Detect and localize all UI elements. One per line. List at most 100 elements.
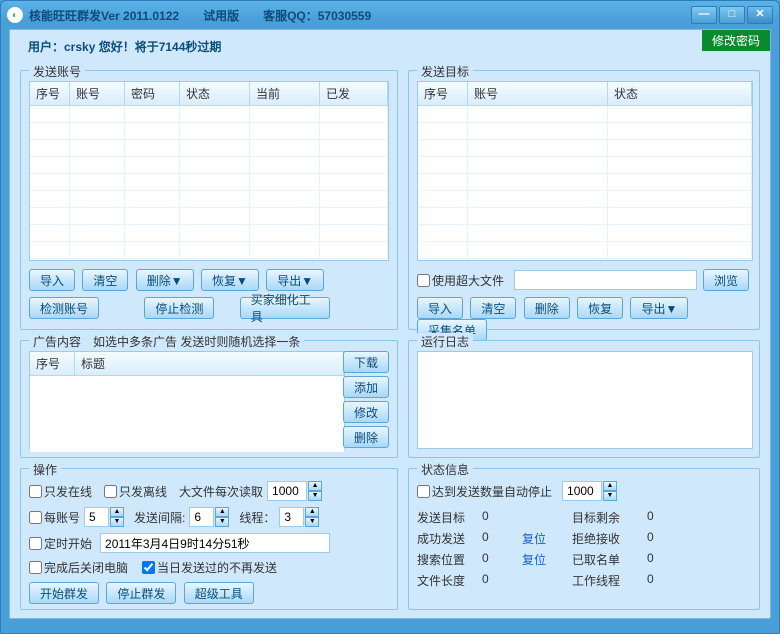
group-ops: 操作 只发在线 只发离线 大文件每次读取 ▲▼ 每账号 ▲▼ 发送间隔: ▲▼ … (20, 468, 398, 610)
targets-export-button[interactable]: 导出▼ (630, 297, 688, 319)
group-title-targets: 发送目标 (417, 63, 473, 80)
targets-recover-button[interactable]: 恢复 (577, 297, 623, 319)
stop-at-label: 达到发送数量自动停止 (432, 483, 552, 500)
ad-download-button[interactable]: 下载 (343, 351, 389, 373)
no-repeat-label: 当日发送过的不再发送 (157, 559, 277, 576)
spin-up-icon[interactable]: ▲ (308, 481, 322, 491)
tcol-acc[interactable]: 账号 (468, 82, 608, 105)
stat-val: 0 (482, 551, 522, 568)
per-account-input[interactable] (84, 507, 109, 527)
group-title-ads: 广告内容 如选中多条广告 发送时则随机选择一条 (29, 333, 304, 350)
accounts-clear-button[interactable]: 清空 (82, 269, 128, 291)
super-tool-button[interactable]: 超级工具 (184, 582, 254, 604)
stat-key: 成功发送 (417, 530, 482, 547)
threads-spinner[interactable]: ▲▼ (279, 507, 319, 527)
use-bigfile-checkbox[interactable] (417, 274, 430, 287)
only-online-label: 只发在线 (44, 483, 92, 500)
group-send-accounts: 发送账号 序号 账号 密码 状态 当前 已发 (20, 70, 398, 330)
status-row: 文件长度0工作线程0 (417, 572, 751, 589)
reset-link[interactable]: 复位 (522, 551, 572, 568)
accounts-grid-body (30, 106, 388, 259)
stat-val: 0 (647, 530, 687, 547)
group-title-accounts: 发送账号 (29, 63, 85, 80)
stop-send-button[interactable]: 停止群发 (106, 582, 176, 604)
ad-delete-button[interactable]: 删除 (343, 426, 389, 448)
schedule-checkbox[interactable] (29, 537, 42, 550)
stop-at-input[interactable] (562, 481, 602, 501)
ads-grid-body (30, 376, 344, 452)
group-status: 状态信息 达到发送数量自动停止 ▲▼ 发送目标0目标剩余0成功发送0复位拒绝接收… (408, 468, 760, 610)
per-account-checkbox[interactable] (29, 511, 42, 524)
stat-key: 已取名单 (572, 551, 647, 568)
shutdown-checkbox[interactable] (29, 561, 42, 574)
group-log: 运行日志 (408, 340, 760, 458)
accounts-recover-button[interactable]: 恢复▼ (201, 269, 259, 291)
acol-title[interactable]: 标题 (75, 352, 344, 375)
maximize-button[interactable]: □ (719, 6, 745, 24)
col-acc[interactable]: 账号 (70, 82, 125, 105)
accounts-grid-head: 序号 账号 密码 状态 当前 已发 (30, 82, 388, 106)
tcol-status[interactable]: 状态 (608, 82, 752, 105)
status-row: 发送目标0目标剩余0 (417, 509, 751, 526)
per-account-spinner[interactable]: ▲▼ (84, 507, 124, 527)
accounts-grid[interactable]: 序号 账号 密码 状态 当前 已发 (29, 81, 389, 261)
stat-key: 拒绝接收 (572, 530, 647, 547)
buyer-tool-button[interactable]: 买家细化工具 (240, 297, 330, 319)
accounts-delete-button[interactable]: 删除▼ (136, 269, 194, 291)
stat-key: 搜索位置 (417, 551, 482, 568)
log-textarea[interactable] (417, 351, 753, 449)
change-password-button[interactable]: 修改密码 (702, 30, 770, 51)
ads-grid[interactable]: 序号 标题 (29, 351, 345, 449)
only-offline-label: 只发离线 (119, 483, 167, 500)
col-seq[interactable]: 序号 (30, 82, 70, 105)
no-repeat-checkbox[interactable] (142, 561, 155, 574)
use-bigfile-label: 使用超大文件 (432, 272, 504, 289)
reset-link[interactable]: 复位 (522, 530, 572, 547)
schedule-label: 定时开始 (44, 535, 92, 552)
stat-key: 目标剩余 (572, 509, 647, 526)
titlebar: ◐ 核能旺旺群发Ver 2011.0122 试用版 客服QQ：57030559 … (1, 1, 779, 29)
interval-label: 发送间隔: (134, 509, 185, 526)
stat-key: 工作线程 (572, 572, 647, 589)
targets-grid-head: 序号 账号 状态 (418, 82, 752, 106)
stop-at-checkbox[interactable] (417, 485, 430, 498)
targets-clear-button[interactable]: 清空 (470, 297, 516, 319)
close-button[interactable]: ✕ (747, 6, 773, 24)
ad-add-button[interactable]: 添加 (343, 376, 389, 398)
big-read-spinner[interactable]: ▲▼ (267, 481, 322, 501)
bigfile-path-input[interactable] (514, 270, 697, 290)
client-area: 用户：crsky 您好！将于7144秒过期 修改密码 发送账号 序号 账号 密码… (9, 29, 771, 619)
schedule-input[interactable] (100, 533, 330, 553)
browse-button[interactable]: 浏览 (703, 269, 749, 291)
stop-at-spinner[interactable]: ▲▼ (562, 481, 617, 501)
ad-modify-button[interactable]: 修改 (343, 401, 389, 423)
threads-input[interactable] (279, 507, 304, 527)
group-title-log: 运行日志 (417, 333, 473, 350)
stop-check-button[interactable]: 停止检测 (144, 297, 214, 319)
reset-link (522, 572, 572, 589)
targets-grid[interactable]: 序号 账号 状态 (417, 81, 753, 261)
accounts-import-button[interactable]: 导入 (29, 269, 75, 291)
big-read-label: 大文件每次读取 (179, 483, 263, 500)
spin-down-icon[interactable]: ▼ (308, 491, 322, 501)
targets-delete-button[interactable]: 删除 (524, 297, 570, 319)
targets-import-button[interactable]: 导入 (417, 297, 463, 319)
only-offline-checkbox[interactable] (104, 485, 117, 498)
big-read-input[interactable] (267, 481, 307, 501)
stat-key: 文件长度 (417, 572, 482, 589)
tcol-seq[interactable]: 序号 (418, 82, 468, 105)
check-accounts-button[interactable]: 检测账号 (29, 297, 99, 319)
only-online-checkbox[interactable] (29, 485, 42, 498)
accounts-export-button[interactable]: 导出▼ (266, 269, 324, 291)
col-pwd[interactable]: 密码 (125, 82, 180, 105)
col-cur[interactable]: 当前 (250, 82, 320, 105)
col-sent[interactable]: 已发 (320, 82, 388, 105)
interval-spinner[interactable]: ▲▼ (189, 507, 229, 527)
col-status[interactable]: 状态 (180, 82, 250, 105)
group-title-status: 状态信息 (417, 461, 473, 478)
group-send-targets: 发送目标 序号 账号 状态 (408, 70, 760, 330)
interval-input[interactable] (189, 507, 214, 527)
minimize-button[interactable]: — (691, 6, 717, 24)
start-send-button[interactable]: 开始群发 (29, 582, 99, 604)
acol-seq[interactable]: 序号 (30, 352, 75, 375)
